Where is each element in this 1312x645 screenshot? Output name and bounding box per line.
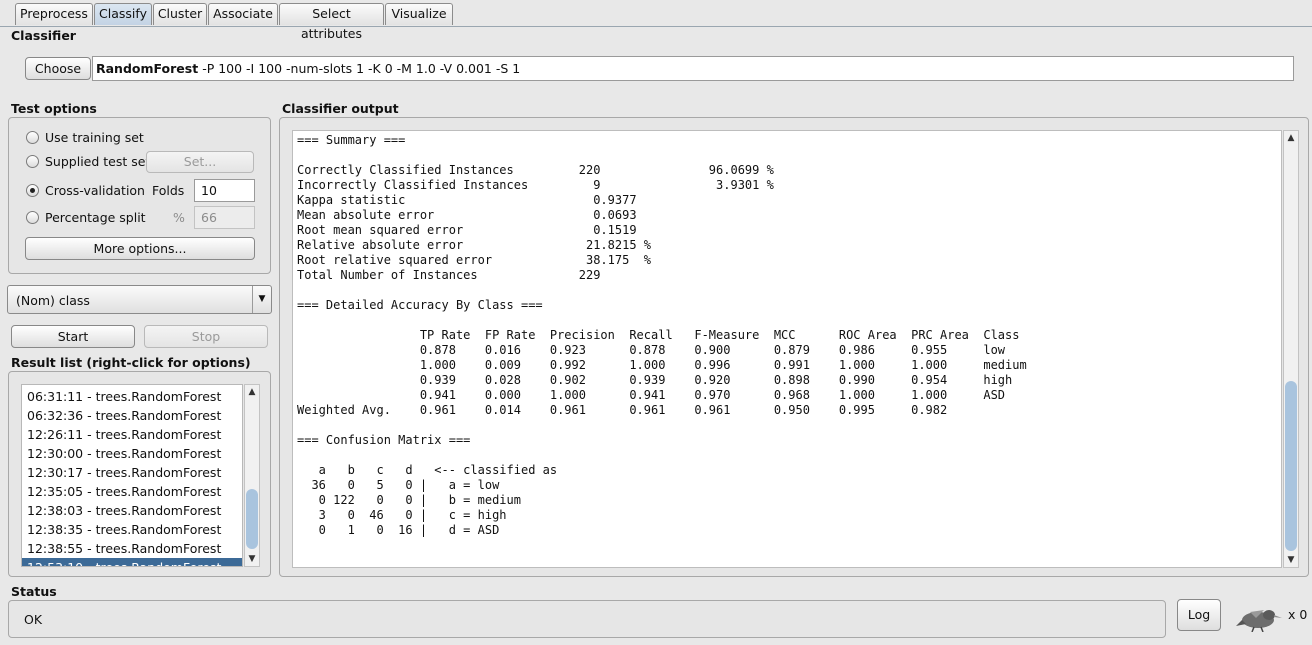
result-list-scrollbar[interactable]: ▲ ▼ (244, 384, 260, 567)
result-list-item[interactable]: 12:30:17 - trees.RandomForest (22, 463, 242, 482)
result-list-items: 06:31:11 - trees.RandomForest 06:32:36 - … (22, 387, 242, 566)
chevron-down-icon[interactable]: ▼ (252, 286, 271, 313)
task-count: x 0 (1288, 607, 1308, 622)
status-bar: OK (8, 600, 1166, 638)
result-list-item[interactable]: 12:38:03 - trees.RandomForest (22, 501, 242, 520)
folds-label: Folds (152, 183, 185, 198)
tab-bar: Preprocess Classify Cluster Associate Se… (0, 0, 1312, 41)
choose-classifier-button[interactable]: Choose (25, 57, 91, 80)
cross-validation-label[interactable]: Cross-validation (45, 183, 145, 198)
tab-preprocess[interactable]: Preprocess (15, 3, 93, 25)
classifier-name: RandomForest (96, 61, 199, 76)
set-test-set-button[interactable]: Set... (146, 151, 254, 173)
classifier-output-title: Classifier output (282, 101, 399, 116)
test-options-title: Test options (11, 101, 97, 116)
tab-classify[interactable]: Classify (94, 3, 152, 25)
percentage-split-label[interactable]: Percentage split (45, 210, 146, 225)
scrollbar-thumb[interactable] (246, 489, 258, 549)
scroll-down-icon[interactable]: ▼ (245, 554, 259, 564)
percentage-split-radio[interactable] (26, 211, 39, 224)
cross-validation-radio[interactable] (26, 184, 39, 197)
scroll-down-icon[interactable]: ▼ (1284, 555, 1298, 565)
output-scrollbar[interactable]: ▲ ▼ (1283, 130, 1299, 568)
status-text: OK (24, 612, 43, 627)
log-button[interactable]: Log (1177, 599, 1221, 631)
classifier-section-title: Classifier (11, 28, 76, 43)
scrollbar-thumb[interactable] (1285, 381, 1297, 551)
tab-cluster[interactable]: Cluster (153, 3, 207, 25)
tab-associate[interactable]: Associate (208, 3, 278, 25)
classifier-output-text: === Summary === Correctly Classified Ins… (297, 133, 1027, 537)
use-training-set-radio[interactable] (26, 131, 39, 144)
class-attribute-value: (Nom) class (16, 293, 90, 308)
classifier-options: -P 100 -I 100 -num-slots 1 -K 0 -M 1.0 -… (202, 61, 521, 76)
tab-select-attributes[interactable]: Select attributes (279, 3, 384, 41)
classifier-output-panel: === Summary === Correctly Classified Ins… (279, 117, 1309, 577)
classifier-output-text-area[interactable]: === Summary === Correctly Classified Ins… (292, 130, 1282, 568)
result-list-title: Result list (right-click for options) (11, 355, 251, 370)
result-list-item[interactable]: 12:38:35 - trees.RandomForest (22, 520, 242, 539)
use-training-set-label[interactable]: Use training set (45, 130, 144, 145)
start-button[interactable]: Start (11, 325, 135, 348)
scroll-up-icon[interactable]: ▲ (1284, 133, 1298, 143)
percent-symbol: % (173, 210, 185, 225)
scroll-up-icon[interactable]: ▲ (245, 387, 259, 397)
supplied-test-set-label[interactable]: Supplied test set (45, 154, 150, 169)
result-list-panel: 06:31:11 - trees.RandomForest 06:32:36 - … (8, 371, 271, 577)
status-title: Status (11, 584, 57, 599)
result-list-item[interactable]: 06:31:11 - trees.RandomForest (22, 387, 242, 406)
class-attribute-select[interactable]: (Nom) class ▼ (7, 285, 272, 314)
percentage-input[interactable]: 66 (194, 206, 255, 229)
stop-button[interactable]: Stop (144, 325, 268, 348)
more-options-button[interactable]: More options... (25, 237, 255, 260)
result-list-item[interactable]: 12:30:00 - trees.RandomForest (22, 444, 242, 463)
result-list-item[interactable]: 12:38:55 - trees.RandomForest (22, 539, 242, 558)
test-options-panel: Use training set Supplied test set Set..… (8, 117, 271, 274)
supplied-test-set-radio[interactable] (26, 155, 39, 168)
result-list-item[interactable]: 12:26:11 - trees.RandomForest (22, 425, 242, 444)
result-list: 06:31:11 - trees.RandomForest 06:32:36 - … (21, 384, 243, 567)
tab-visualize[interactable]: Visualize (385, 3, 453, 25)
result-list-item[interactable]: 06:32:36 - trees.RandomForest (22, 406, 242, 425)
folds-input[interactable]: 10 (194, 179, 255, 202)
result-list-item[interactable]: 12:53:10 - trees.RandomForest (22, 558, 242, 566)
result-list-item[interactable]: 12:35:05 - trees.RandomForest (22, 482, 242, 501)
weka-bird-icon[interactable] (1236, 604, 1282, 633)
classifier-config-field[interactable]: RandomForest -P 100 -I 100 -num-slots 1 … (92, 56, 1294, 81)
